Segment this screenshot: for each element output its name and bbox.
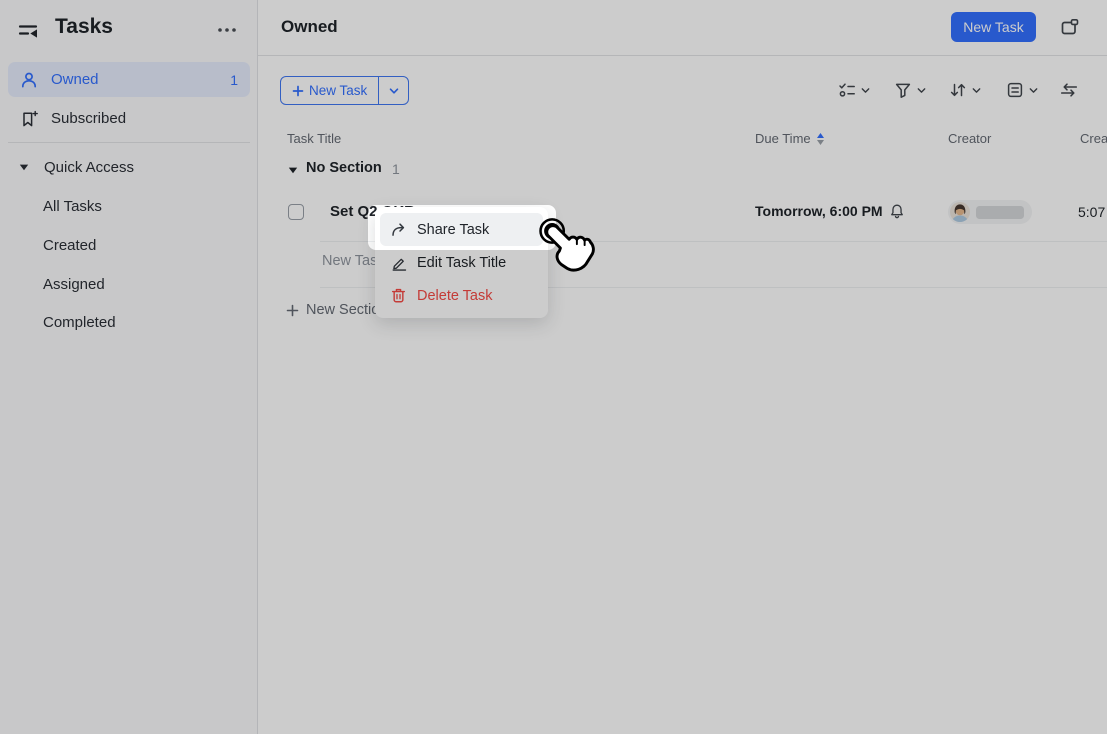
- sidebar-item-assigned[interactable]: Assigned: [0, 266, 258, 304]
- creator-name-redacted: [976, 206, 1024, 219]
- display-options-button[interactable]: [838, 81, 871, 99]
- menu-item-share-task[interactable]: Share Task: [380, 213, 543, 246]
- sidebar-item-subscribed[interactable]: Subscribed: [8, 101, 250, 136]
- menu-item-label: Share Task: [417, 222, 489, 238]
- menu-item-label: Delete Task: [417, 288, 493, 304]
- sort-button[interactable]: [949, 81, 982, 99]
- filter-button[interactable]: [894, 81, 927, 99]
- owned-count-badge: 1: [230, 72, 238, 88]
- chevron-down-icon: [916, 85, 927, 96]
- column-header-created-clipped[interactable]: Crea: [1080, 131, 1107, 146]
- chevron-down-icon: [971, 85, 982, 96]
- person-icon: [20, 71, 38, 89]
- new-task-inline-label: New Task: [309, 83, 367, 98]
- task-checkbox[interactable]: [288, 204, 304, 220]
- due-time-header-label: Due Time: [755, 131, 811, 146]
- creator-avatar: [950, 202, 970, 222]
- new-task-inline-button[interactable]: New Task: [281, 77, 378, 104]
- plus-icon: [292, 85, 304, 97]
- group-icon: [1006, 81, 1024, 99]
- section-count: 1: [392, 161, 400, 177]
- sidebar-divider: [8, 142, 250, 143]
- sidebar-item-all-tasks[interactable]: All Tasks: [0, 188, 258, 226]
- sidebar-item-created[interactable]: Created: [0, 227, 258, 265]
- caret-down-icon: [19, 162, 29, 172]
- tasks-app: Tasks Owned 1 Subscribed Quick Access Al…: [0, 0, 1107, 734]
- filter-icon: [894, 81, 912, 99]
- quick-access-header[interactable]: Quick Access: [0, 151, 258, 183]
- open-in-window-icon[interactable]: [1059, 17, 1081, 39]
- ellipsis-icon[interactable]: [215, 20, 239, 40]
- columns-icon: [1060, 81, 1078, 99]
- display-options-icon: [838, 81, 856, 99]
- menu-item-delete-task[interactable]: Delete Task: [380, 279, 543, 312]
- trash-icon: [390, 287, 407, 304]
- group-view-button[interactable]: [1006, 81, 1039, 99]
- sort-asc-icon: [817, 133, 824, 145]
- menu-item-edit-task-title[interactable]: Edit Task Title: [380, 246, 543, 279]
- sidebar-item-label: Owned: [51, 71, 99, 88]
- chevron-down-icon: [1028, 85, 1039, 96]
- sidebar-item-label: Subscribed: [51, 110, 126, 127]
- share-icon: [390, 221, 407, 238]
- task-created-time: 5:07: [1078, 204, 1105, 220]
- column-header-task-title[interactable]: Task Title: [287, 131, 341, 146]
- new-task-split-button: New Task: [280, 76, 409, 105]
- task-context-menu: Share Task Edit Task Title Delete Task: [375, 207, 548, 318]
- due-time-text: Tomorrow, 6:00 PM: [755, 203, 883, 219]
- new-task-button[interactable]: New Task: [951, 12, 1036, 42]
- tasks-logo-icon: [16, 18, 40, 42]
- bell-icon: [889, 203, 905, 219]
- task-due-time[interactable]: Tomorrow, 6:00 PM: [755, 203, 905, 219]
- section-caret-down-icon[interactable]: [288, 165, 298, 175]
- sidebar: Tasks Owned 1 Subscribed Quick Access Al…: [0, 0, 258, 734]
- creator-cell[interactable]: [948, 200, 1032, 224]
- new-section-button[interactable]: New Section: [286, 302, 387, 318]
- section-label[interactable]: No Section: [306, 160, 382, 176]
- columns-settings-button[interactable]: [1060, 81, 1078, 99]
- quick-access-label: Quick Access: [44, 159, 134, 176]
- sidebar-item-completed[interactable]: Completed: [0, 304, 258, 342]
- column-header-due-time[interactable]: Due Time: [755, 131, 824, 146]
- column-header-creator[interactable]: Creator: [948, 131, 991, 146]
- plus-icon: [286, 304, 299, 317]
- edit-icon: [390, 254, 407, 271]
- sidebar-title: Tasks: [55, 15, 113, 39]
- sort-icon: [949, 81, 967, 99]
- bookmark-add-icon: [20, 110, 38, 128]
- new-task-dropdown-button[interactable]: [378, 77, 408, 104]
- chevron-down-icon: [860, 85, 871, 96]
- menu-item-label: Edit Task Title: [417, 255, 506, 271]
- page-title: Owned: [281, 17, 338, 37]
- sidebar-item-owned[interactable]: Owned 1: [8, 62, 250, 97]
